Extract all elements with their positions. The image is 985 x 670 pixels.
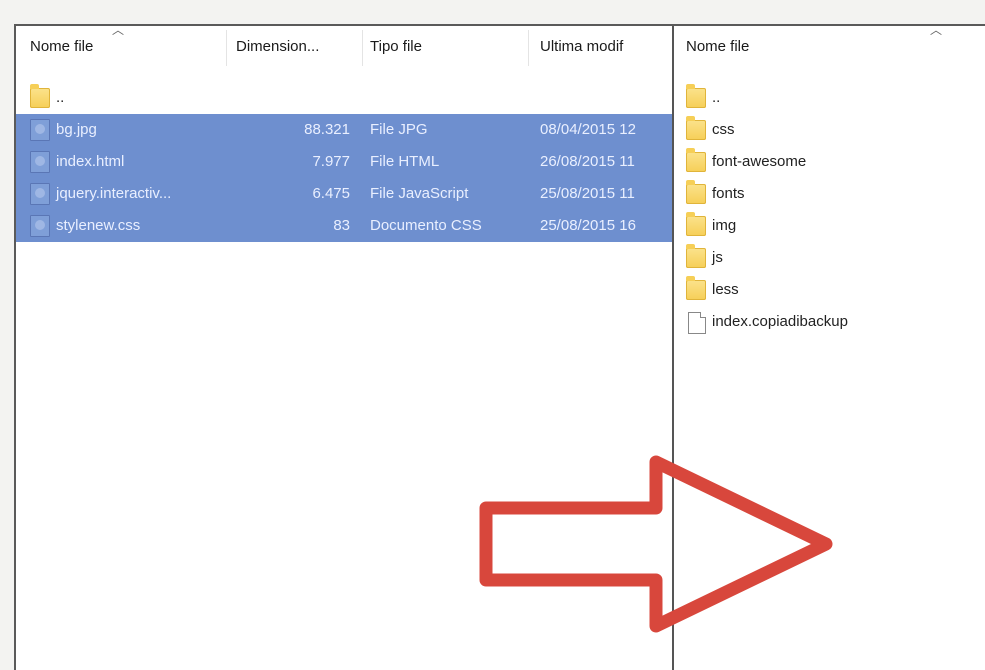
list-item[interactable]: js: [674, 242, 985, 274]
file-name: less: [712, 281, 739, 298]
file-size: 7.977: [312, 153, 350, 170]
folder-icon: [686, 212, 706, 236]
file-name: stylenew.css: [56, 217, 141, 234]
file-name: ..: [712, 89, 721, 106]
html-file-icon: [30, 151, 50, 173]
list-item[interactable]: css: [674, 114, 985, 146]
list-item[interactable]: img: [674, 210, 985, 242]
table-row[interactable]: jquery.interactiv... 6.475 File JavaScri…: [16, 178, 672, 210]
arrow-right-icon: [479, 455, 833, 633]
table-row[interactable]: index.html 7.977 File HTML 26/08/2015 11: [16, 146, 672, 178]
image-file-icon: [30, 119, 50, 141]
file-size: 6.475: [312, 185, 350, 202]
column-divider[interactable]: [528, 30, 529, 66]
table-row[interactable]: bg.jpg 88.321 File JPG 08/04/2015 12: [16, 114, 672, 146]
column-divider[interactable]: [226, 30, 227, 66]
file-type: Documento CSS: [370, 217, 482, 234]
file-name: ..: [56, 89, 65, 106]
folder-icon: [686, 276, 706, 300]
file-type: File JavaScript: [370, 185, 469, 202]
list-item[interactable]: font-awesome: [674, 146, 985, 178]
folder-icon: [686, 244, 706, 268]
file-name: css: [712, 121, 735, 138]
folder-icon: [686, 116, 706, 140]
file-size: 88.321: [304, 121, 350, 138]
file-name: index.copiadibackup: [712, 313, 848, 330]
css-file-icon: [30, 215, 50, 237]
remote-column-header: Nome file ︿: [674, 26, 985, 70]
file-modified: 25/08/2015 16: [540, 217, 636, 234]
file-name: font-awesome: [712, 153, 807, 170]
file-name: img: [712, 217, 737, 234]
file-modified: 26/08/2015 11: [540, 153, 635, 170]
file-size: 83: [333, 217, 350, 234]
sort-ascending-icon: ︿: [930, 26, 943, 37]
file-modified: 25/08/2015 11: [540, 185, 635, 202]
list-item[interactable]: ..: [674, 82, 985, 114]
parent-folder-icon: [686, 84, 706, 108]
file-icon: [686, 312, 706, 334]
parent-folder-icon: [30, 84, 50, 108]
column-header-type[interactable]: Tipo file: [370, 38, 422, 55]
file-type: File JPG: [370, 121, 428, 138]
folder-icon: [686, 180, 706, 204]
column-header-size[interactable]: Dimension...: [236, 38, 319, 55]
column-header-modified[interactable]: Ultima modif: [540, 38, 623, 55]
file-name: js: [712, 249, 723, 266]
file-name: fonts: [712, 185, 745, 202]
file-modified: 08/04/2015 12: [540, 121, 636, 138]
sort-ascending-icon: ︿: [112, 26, 125, 37]
list-item[interactable]: index.copiadibackup: [674, 306, 985, 338]
file-name: jquery.interactiv...: [56, 185, 172, 202]
javascript-file-icon: [30, 183, 50, 205]
table-row[interactable]: stylenew.css 83 Documento CSS 25/08/2015…: [16, 210, 672, 242]
column-header-name[interactable]: Nome file: [686, 38, 749, 55]
file-name: index.html: [56, 153, 125, 170]
local-column-header: Nome file ︿ Dimension... Tipo file Ultim…: [16, 26, 672, 70]
file-type: File HTML: [370, 153, 440, 170]
folder-icon: [686, 148, 706, 172]
list-item[interactable]: less: [674, 274, 985, 306]
list-item[interactable]: fonts: [674, 178, 985, 210]
column-divider[interactable]: [362, 30, 363, 66]
column-header-name[interactable]: Nome file: [30, 38, 93, 55]
table-row[interactable]: ..: [16, 82, 672, 114]
file-name: bg.jpg: [56, 121, 97, 138]
